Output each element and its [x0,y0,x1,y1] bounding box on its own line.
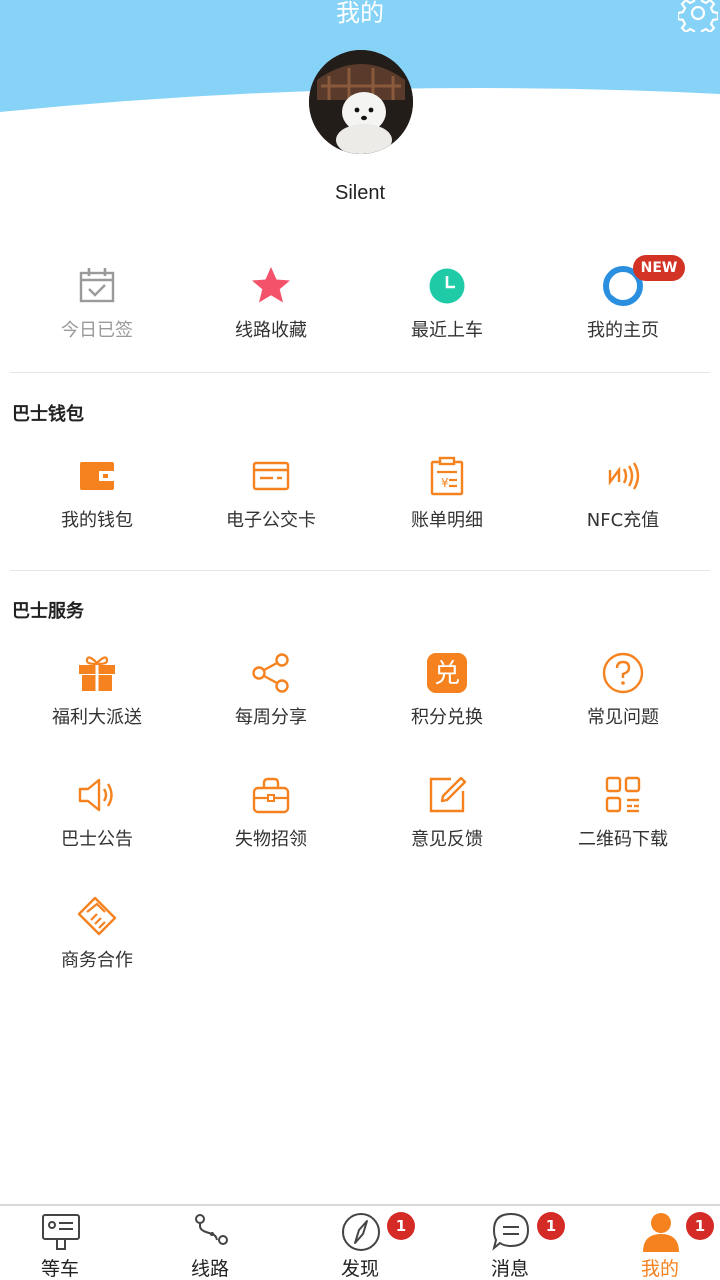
exchange-glyph: 兑 [434,659,460,689]
route-icon [195,1214,228,1245]
nfc-icon [608,462,640,490]
divider [10,372,710,373]
service-row-3: 商务合作 [0,894,720,994]
bottom-tab-bar: 等车 线路 发现 1 消息 1 我的 1 [0,1204,720,1280]
new-badge: NEW [633,255,685,281]
card-icon [252,461,290,491]
service-label: 每周分享 [235,707,307,728]
wallet-label: 我的钱包 [61,510,133,531]
wallet-e-bus-card[interactable]: 电子公交卡 [183,454,359,554]
service-welfare[interactable]: 福利大派送 [9,651,185,751]
person-icon [643,1213,679,1252]
wallet-nfc-recharge[interactable]: NFC充值 [535,454,711,554]
bill-icon: ¥ [430,456,464,496]
quick-favorite-routes[interactable]: 线路收藏 [183,264,359,364]
wallet-label: 电子公交卡 [226,510,316,531]
page-title: 我的 [336,0,384,27]
tab-label: 发现 [340,1258,379,1280]
service-label: 二维码下载 [578,829,668,850]
star-icon [252,267,290,303]
service-weekly-share[interactable]: 每周分享 [183,651,359,751]
handshake-icon [77,896,117,936]
svg-text:¥: ¥ [441,476,449,490]
qrcode-icon [605,776,641,813]
quick-checkin[interactable]: 今日已签 [9,264,185,364]
quick-label: 最近上车 [411,320,483,341]
service-label: 积分兑换 [411,707,483,728]
wallet-my-wallet[interactable]: 我的钱包 [9,454,185,554]
service-points-exchange[interactable]: 兑 积分兑换 [359,651,535,751]
service-row-2: 巴士公告 失物招领 意见反馈 二维码下载 [0,773,720,873]
avatar[interactable] [309,50,413,154]
messages-badge: 1 [537,1212,565,1240]
service-lost-found[interactable]: 失物招领 [183,773,359,873]
section-title-wallet: 巴士钱包 [12,404,84,425]
service-business-cooperation[interactable]: 商务合作 [9,894,185,994]
quick-my-homepage[interactable]: NEW 我的主页 [535,255,711,364]
service-faq[interactable]: 常见问题 [535,651,711,751]
clock-icon [429,268,465,304]
quick-label: 今日已签 [61,320,133,341]
wallet-label: 账单明细 [411,510,483,531]
gift-icon [79,656,115,691]
settings-gear-icon[interactable] [676,0,720,38]
service-feedback[interactable]: 意见反馈 [359,773,535,873]
service-label: 福利大派送 [52,707,142,728]
service-bus-notice[interactable]: 巴士公告 [9,773,185,873]
quick-label: 我的主页 [587,320,659,341]
exchange-icon: 兑 [427,653,467,693]
service-label: 巴士公告 [61,829,133,850]
bus-stop-icon [42,1214,80,1250]
service-label: 常见问题 [587,707,659,728]
bag-icon [252,777,290,814]
wallet-icon [80,462,114,490]
service-label: 商务合作 [61,950,133,971]
compass-icon [342,1213,380,1251]
edit-icon [429,776,467,813]
tab-label: 我的 [640,1258,679,1280]
service-label: 意见反馈 [411,829,483,850]
service-row-1: 福利大派送 每周分享 兑 积分兑换 常见问题 [0,651,720,751]
username: Silent [334,182,386,204]
calendar-check-icon [79,268,115,303]
quick-label: 线路收藏 [235,320,307,341]
wallet-row: 我的钱包 电子公交卡 ¥ 账单明细 NFC充值 [0,454,720,554]
service-qrcode-download[interactable]: 二维码下载 [535,773,711,873]
tab-label: 等车 [40,1258,79,1280]
divider [10,570,710,571]
section-title-service: 巴士服务 [12,601,84,622]
service-label: 失物招领 [235,829,307,850]
discover-badge: 1 [387,1212,415,1240]
quick-actions-row: 今日已签 线路收藏 最近上车 NEW 我的主页 [0,255,720,364]
speaker-icon [78,778,113,812]
message-icon [492,1212,530,1251]
wallet-label: NFC充值 [586,510,660,531]
tab-waiting-bus[interactable]: 等车 [0,1206,135,1280]
wallet-bill-details[interactable]: ¥ 账单明细 [359,454,535,554]
tab-routes[interactable]: 线路 [135,1206,285,1280]
share-icon [252,653,289,693]
tab-label: 消息 [490,1258,529,1280]
question-icon [602,652,644,694]
me-badge: 1 [686,1212,714,1240]
quick-recent-boarding[interactable]: 最近上车 [359,264,535,364]
tab-label: 线路 [190,1258,229,1280]
